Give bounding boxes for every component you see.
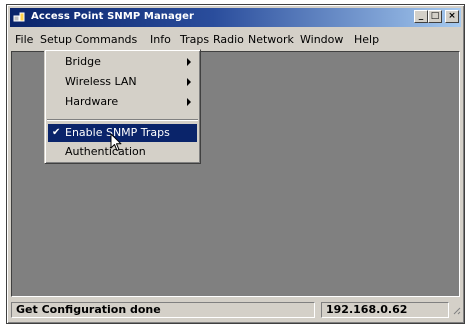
menu-item-authentication[interactable]: Authentication — [48, 143, 197, 161]
menu-item-label: Hardware — [65, 95, 119, 108]
menu-item-enable-snmp-traps[interactable]: ✔ Enable SNMP Traps — [48, 124, 197, 142]
checkmark-icon: ✔ — [52, 127, 61, 138]
menu-item-label: Authentication — [65, 145, 146, 158]
menu-traps[interactable]: Traps — [180, 33, 209, 47]
menu-item-label: Wireless LAN — [65, 75, 137, 88]
menu-item-hardware[interactable]: Hardware — [48, 93, 197, 111]
menu-item-bridge[interactable]: Bridge — [48, 53, 197, 71]
submenu-arrow-icon — [187, 78, 191, 86]
maximize-button[interactable]: □ — [428, 10, 442, 23]
menu-commands[interactable]: Commands — [75, 33, 137, 47]
menu-separator — [47, 119, 198, 121]
status-message: Get Configuration done — [11, 302, 315, 318]
close-button[interactable]: × — [445, 10, 459, 23]
menu-window[interactable]: Window — [300, 33, 343, 47]
title-bar[interactable]: Access Point SNMP Manager _ □ × — [10, 8, 461, 27]
menu-setup[interactable]: Setup — [40, 33, 72, 47]
submenu-arrow-icon — [187, 58, 191, 66]
minimize-button[interactable]: _ — [414, 10, 428, 23]
menu-file[interactable]: File — [15, 33, 33, 47]
setup-dropdown-menu: Bridge Wireless LAN Hardware ✔ Enable SN… — [44, 49, 201, 164]
menu-info[interactable]: Info — [150, 33, 171, 47]
submenu-arrow-icon — [187, 98, 191, 106]
menu-item-label: Bridge — [65, 55, 101, 68]
menu-bar: File Setup Commands Info Traps Radio Net… — [10, 30, 461, 49]
menu-help[interactable]: Help — [354, 33, 379, 47]
menu-network[interactable]: Network — [248, 33, 294, 47]
resize-grip-icon[interactable] — [451, 302, 461, 318]
window-title: Access Point SNMP Manager — [31, 11, 195, 22]
menu-radio[interactable]: Radio — [213, 33, 244, 47]
status-bar: Get Configuration done 192.168.0.62 — [10, 300, 461, 320]
menu-item-wireless-lan[interactable]: Wireless LAN — [48, 73, 197, 91]
status-ip-address: 192.168.0.62 — [321, 302, 449, 318]
app-icon — [13, 12, 25, 22]
mouse-pointer-icon — [110, 133, 122, 151]
